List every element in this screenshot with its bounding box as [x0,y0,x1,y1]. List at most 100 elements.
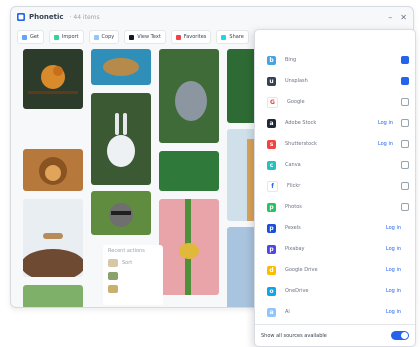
shutterstock-icon: s [267,139,276,149]
recent-thumb [108,259,118,267]
leaves-photo [159,151,219,191]
pexels-icon: p [267,223,276,233]
drive-icon: d [267,265,276,275]
ai-icon: a [267,307,276,317]
source-name: Google [287,99,305,105]
photo-koala-tile[interactable] [159,49,219,143]
unsplash-icon: u [267,76,276,86]
source-row-pixabay[interactable]: p Pixabay Log in [255,239,415,259]
favorites-icon [175,34,181,40]
login-link[interactable]: Log in [378,120,393,126]
photo-raccoon-tile[interactable] [91,191,151,235]
show-all-label: Show all sources available [261,332,327,339]
raccoon-photo [91,191,151,235]
source-name: Canva [285,162,301,168]
source-name: Shutterstock [285,141,317,147]
source-row-adobe-stock[interactable]: a Adobe Stock Log in [255,113,415,133]
source-checkbox[interactable] [401,98,409,106]
source-name: Google Drive [285,267,318,273]
photo-lion-tile[interactable] [23,149,83,191]
toolbar-import-button[interactable]: Import [48,30,84,44]
source-name: Adobe Stock [285,120,317,126]
recent-action-label: Sort [122,260,133,266]
login-link[interactable]: Log in [386,225,401,231]
koala-photo [159,49,219,143]
sources-panel: b Bing u Unsplash G Google a Adobe Stock… [254,29,416,347]
recent-action-row[interactable] [108,285,158,293]
source-name: Unsplash [285,78,308,84]
source-checkbox[interactable] [401,77,409,85]
source-checkbox[interactable] [401,140,409,148]
photo-grass-tile[interactable] [23,285,83,307]
source-checkbox[interactable] [401,203,409,211]
toolbar-get-button[interactable]: Get [17,30,44,44]
window-title: Phonetic [29,13,64,21]
source-checkbox[interactable] [401,161,409,169]
toolbar-view-text-button[interactable]: View Text [124,30,166,44]
source-row-pexels[interactable]: p Pexels Log in [255,218,415,238]
source-row-bing[interactable]: b Bing [255,50,415,70]
photo-rabbit-tile[interactable] [91,93,151,185]
source-name: OneDrive [285,288,309,294]
recent-action-row[interactable] [108,272,158,280]
close-button[interactable]: ✕ [400,13,407,22]
source-row-onedrive[interactable]: o OneDrive Log in [255,281,415,301]
toolbar-copy-label: Copy [101,34,115,40]
source-checkbox[interactable] [401,182,409,190]
recent-thumb [108,285,118,293]
photo-frog-tile[interactable] [159,199,219,295]
flickr-icon: f [267,180,278,192]
toolbar-get-label: Get [30,34,39,40]
login-link[interactable]: Log in [386,246,401,252]
recent-thumb [108,272,118,280]
source-checkbox[interactable] [401,56,409,64]
share-icon [221,34,227,40]
toolbar-view-text-label: View Text [137,34,161,40]
google-icon: G [267,96,278,108]
photos-icon: p [267,202,276,212]
source-row-google-drive[interactable]: d Google Drive Log in [255,260,415,280]
source-row-ai[interactable]: a Ai Log in [255,302,415,322]
toolbar-import-label: Import [61,34,79,40]
photo-leaves-tile[interactable] [159,151,219,191]
source-row-unsplash[interactable]: u Unsplash [255,71,415,91]
toolbar-favorites-label: Favorites [183,34,207,40]
recent-action-row[interactable]: Sort [108,259,158,267]
login-link[interactable]: Log in [386,288,401,294]
bing-icon: b [267,55,276,65]
show-all-toggle[interactable] [391,331,409,340]
login-link[interactable]: Log in [386,267,401,273]
source-checkbox[interactable] [401,119,409,127]
login-link[interactable]: Log in [386,309,401,315]
view-text-icon [129,34,135,40]
canva-icon: c [267,160,276,170]
app-logo-icon [17,13,25,21]
source-row-shutterstock[interactable]: s Shutterstock Log in [255,134,415,154]
grass-photo [23,285,83,307]
source-row-flickr[interactable]: f Flickr [255,176,415,196]
toolbar-copy-button[interactable]: Copy [88,30,120,44]
source-row-google[interactable]: G Google [255,92,415,112]
source-row-canva[interactable]: c Canva [255,155,415,175]
minimize-button[interactable]: – [388,13,392,22]
recent-actions-heading: Recent actions [108,248,145,254]
toolbar-share-button[interactable]: Share [216,30,249,44]
toolbar-share-label: Share [229,34,244,40]
source-name: Bing [285,57,297,63]
photo-bird-tile[interactable] [23,49,83,109]
turtle-photo [91,49,151,85]
bird-photo [23,49,83,109]
source-name: Pexels [285,225,301,231]
title-bar: Phonetic · 44 items – ✕ [11,7,413,27]
get-icon [22,34,27,40]
photo-lizard-tile[interactable] [23,199,83,277]
panel-footer: Show all sources available [255,324,415,346]
pixabay-icon: p [267,244,276,254]
lion-photo [23,149,83,191]
photo-turtle-tile[interactable] [91,49,151,85]
source-name: Photos [285,204,302,210]
toolbar-favorites-button[interactable]: Favorites [170,30,212,44]
source-name: Pixabay [285,246,305,252]
login-link[interactable]: Log in [378,141,393,147]
source-row-photos[interactable]: p Photos [255,197,415,217]
